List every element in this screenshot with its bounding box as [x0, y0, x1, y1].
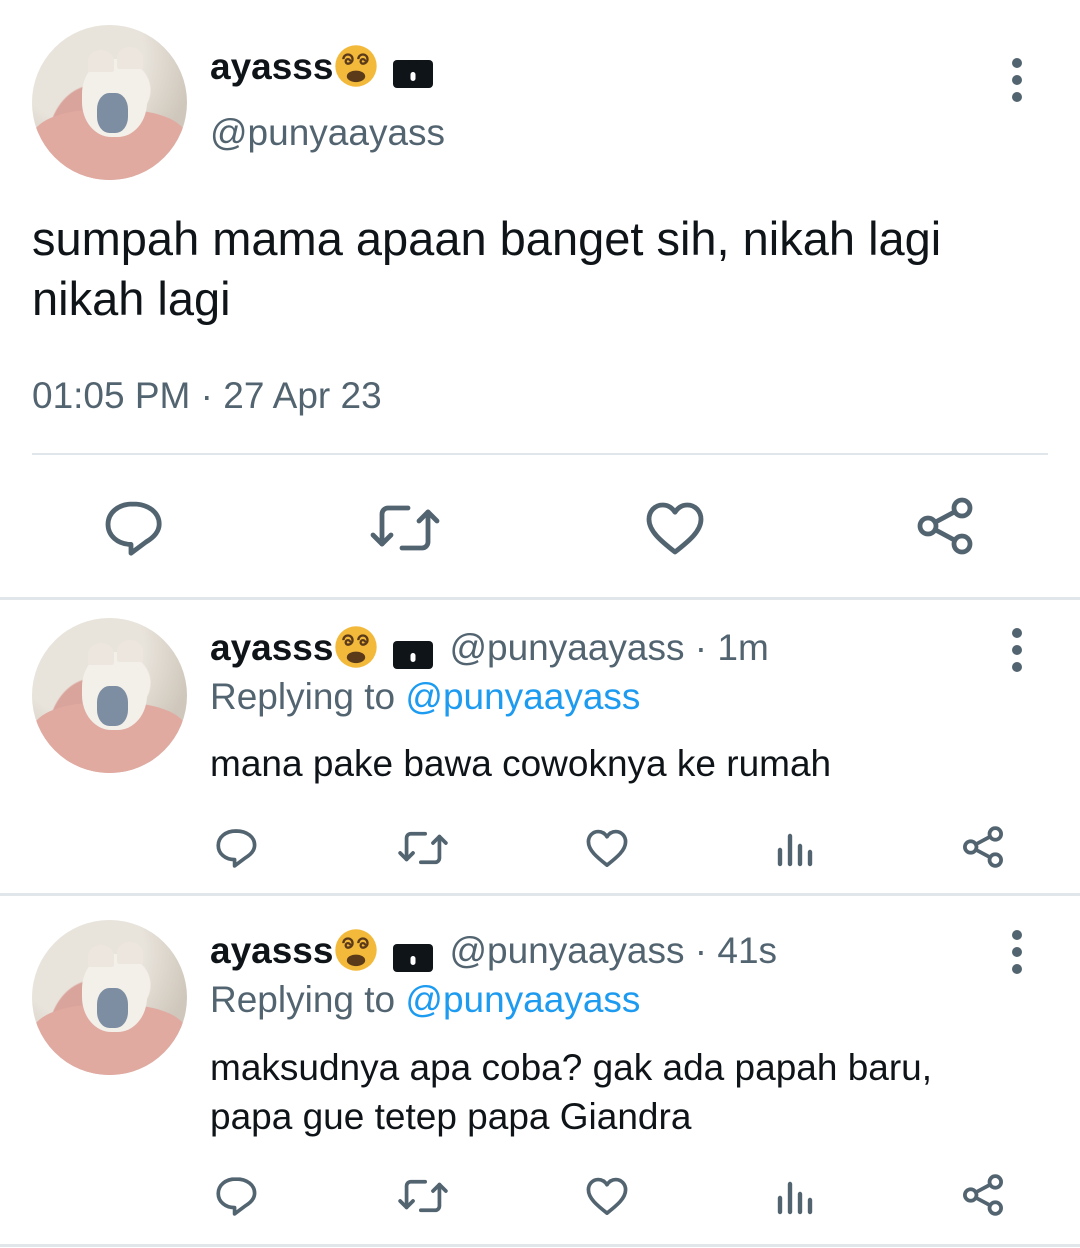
lock-icon — [393, 641, 434, 670]
divider — [0, 893, 1080, 896]
display-name[interactable]: ayasss — [210, 46, 333, 87]
author-line: ayasss @punyaayass · 41s — [210, 928, 777, 974]
tweet-text-line: papa gue tetep papa Giandra — [210, 1096, 692, 1137]
handle[interactable]: @punyaayass — [210, 110, 445, 156]
retweet-icon[interactable] — [398, 1176, 448, 1216]
dizzy-face-emoji — [335, 45, 378, 87]
like-icon[interactable] — [585, 828, 629, 868]
replying-handle-link[interactable]: @punyaayass — [405, 676, 640, 717]
tweet-text-line: maksudnya apa coba? gak ada papah baru, — [210, 1047, 933, 1088]
dizzy-face-emoji — [335, 929, 378, 971]
tweet-text-line: mana pake bawa cowoknya ke rumah — [210, 743, 832, 784]
share-icon[interactable] — [916, 497, 974, 555]
tweet-text: mana pake bawa cowoknya ke rumah — [210, 740, 831, 788]
dizzy-face-emoji — [335, 626, 378, 668]
tweet-age[interactable]: · 41s — [695, 930, 777, 971]
author-line: ayasss — [210, 44, 434, 90]
handle[interactable]: @punyaayass — [449, 930, 684, 971]
handle[interactable]: @punyaayass — [449, 627, 684, 668]
avatar[interactable] — [32, 618, 187, 773]
timestamp[interactable]: 01:05 PM · 27 Apr 23 — [32, 373, 382, 419]
replying-to: Replying to @punyaayass — [210, 977, 640, 1023]
retweet-icon[interactable] — [370, 500, 440, 556]
replying-label: Replying to — [210, 979, 406, 1020]
more-icon[interactable] — [1010, 930, 1024, 981]
replying-handle-link[interactable]: @punyaayass — [405, 979, 640, 1020]
tweet-age[interactable]: · 1m — [695, 627, 769, 668]
replying-to: Replying to @punyaayass — [210, 674, 640, 720]
more-icon[interactable] — [1010, 628, 1024, 679]
divider — [0, 597, 1080, 600]
views-icon[interactable] — [776, 828, 816, 868]
like-icon[interactable] — [585, 1176, 629, 1216]
retweet-icon[interactable] — [398, 828, 448, 868]
tweet-text-line: nikah lagi — [32, 272, 231, 325]
reply-icon[interactable] — [102, 500, 164, 556]
display-name[interactable]: ayasss — [210, 627, 333, 668]
avatar[interactable] — [32, 25, 187, 180]
share-icon[interactable] — [962, 826, 1004, 868]
divider — [32, 453, 1048, 455]
avatar[interactable] — [32, 920, 187, 1075]
share-icon[interactable] — [962, 1174, 1004, 1216]
replying-label: Replying to — [210, 676, 406, 717]
tweet-text: maksudnya apa coba? gak ada papah baru, … — [210, 1043, 932, 1141]
more-icon[interactable] — [1010, 58, 1024, 109]
author-line: ayasss @punyaayass · 1m — [210, 625, 769, 671]
display-name[interactable]: ayasss — [210, 930, 333, 971]
reply-icon[interactable] — [214, 828, 258, 868]
like-icon[interactable] — [645, 500, 705, 556]
tweet-text: sumpah mama apaan banget sih, nikah lagi… — [32, 209, 941, 329]
lock-icon — [393, 60, 434, 89]
views-icon[interactable] — [776, 1176, 816, 1216]
divider — [0, 1244, 1080, 1247]
tweet-text-line: sumpah mama apaan banget sih, nikah lagi — [32, 212, 942, 265]
reply-icon[interactable] — [214, 1176, 258, 1216]
lock-icon — [393, 944, 434, 973]
